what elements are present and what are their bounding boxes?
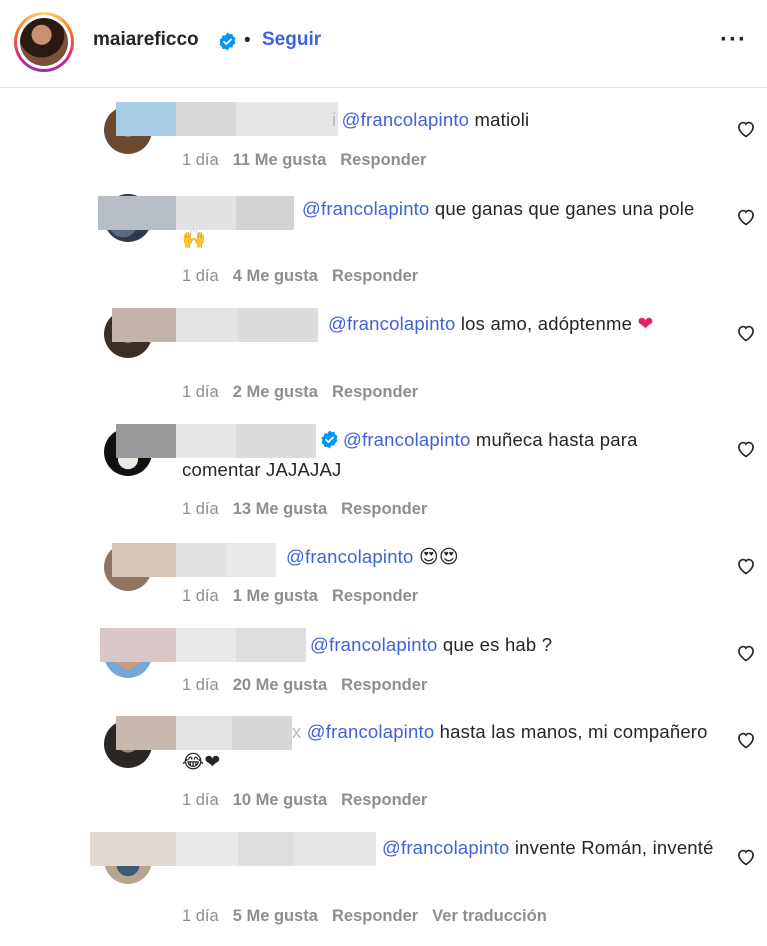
more-options-icon[interactable]: ··· [720,26,747,54]
mention-link[interactable]: @francolapinto [302,198,430,219]
reply-button[interactable]: Responder [332,383,418,401]
translate-button[interactable]: Ver traducción [432,907,547,925]
mention-link[interactable]: @francolapinto [343,429,471,450]
comment-text: @francolapinto invente Román, inventé [382,837,714,858]
mention-link[interactable]: @francolapinto [307,721,435,742]
reply-button[interactable]: Responder [332,267,418,285]
comment-time: 1 día [182,791,219,809]
likes-count[interactable]: 2 Me gusta [233,383,318,401]
comment-text: @francolapinto que ganas que ganes una p… [182,198,695,250]
like-heart-icon[interactable] [736,207,756,227]
comment-text: i @francolapinto matioli [332,109,530,130]
emoji: 😍😍 [418,546,459,568]
comment-meta: 1 día 2 Me gusta Responder [182,383,432,402]
mention-link[interactable]: @francolapinto [286,546,414,567]
like-heart-icon[interactable] [736,730,756,750]
mention-link[interactable]: @francolapinto [310,634,438,655]
likes-count[interactable]: 20 Me gusta [233,676,327,694]
likes-count[interactable]: 11 Me gusta [233,151,327,169]
likes-count[interactable]: 1 Me gusta [233,587,318,605]
comment-text: @francolapinto muñeca hasta para comenta… [182,429,638,480]
reply-button[interactable]: Responder [341,791,427,809]
likes-count[interactable]: 13 Me gusta [233,500,327,518]
emoji: 🙌 [182,228,206,250]
mention-link[interactable]: @francolapinto [328,313,456,334]
like-heart-icon[interactable] [736,556,756,576]
emoji: ❤ [637,313,654,335]
comment-meta: 1 día 10 Me gusta Responder [182,791,441,810]
verified-badge-icon [321,430,338,449]
comment-time: 1 día [182,151,219,169]
comment-text: @francolapinto 😍😍 [182,542,717,572]
reply-button[interactable]: Responder [340,151,426,169]
like-heart-icon[interactable] [736,847,756,867]
comment-text: @francolapinto los amo, adóptenme ❤ [328,313,654,335]
post-header: maiareficco • Seguir ··· [0,0,767,88]
comment-meta: 1 día 1 Me gusta Responder [182,587,432,606]
verified-badge-icon [219,32,236,51]
comment-time: 1 día [182,500,219,518]
likes-count[interactable]: 10 Me gusta [233,791,327,809]
comment-meta: 1 día 20 Me gusta Responder [182,676,441,695]
comment-text: @francolapinto que es hab ? [310,634,553,655]
comment-meta: 1 día 13 Me gusta Responder [182,500,441,519]
like-heart-icon[interactable] [736,643,756,663]
likes-count[interactable]: 5 Me gusta [233,907,318,925]
comment-text: x @francolapinto hasta las manos, mi com… [182,721,708,773]
profile-username[interactable]: maiareficco [93,29,199,51]
comment-meta: 1 día 4 Me gusta Responder [182,267,432,286]
mention-link[interactable]: @francolapinto [382,837,510,858]
follow-button[interactable]: Seguir [262,29,321,51]
comment-time: 1 día [182,676,219,694]
like-heart-icon[interactable] [736,323,756,343]
reply-button[interactable]: Responder [332,587,418,605]
reply-button[interactable]: Responder [341,676,427,694]
comment-time: 1 día [182,587,219,605]
like-heart-icon[interactable] [736,119,756,139]
likes-count[interactable]: 4 Me gusta [233,267,318,285]
emoji: 😂❤ [182,751,221,773]
reply-button[interactable]: Responder [332,907,418,925]
mention-link[interactable]: @francolapinto [342,109,470,130]
comment-time: 1 día [182,383,219,401]
comment-meta: 1 día 11 Me gusta Responder [182,151,440,170]
like-heart-icon[interactable] [736,439,756,459]
comment-time: 1 día [182,907,219,925]
comment-time: 1 día [182,267,219,285]
profile-avatar[interactable] [14,12,74,72]
separator-dot: • [244,30,251,51]
reply-button[interactable]: Responder [341,500,427,518]
comment-meta: 1 día 5 Me gusta Responder Ver traducción [182,907,561,926]
